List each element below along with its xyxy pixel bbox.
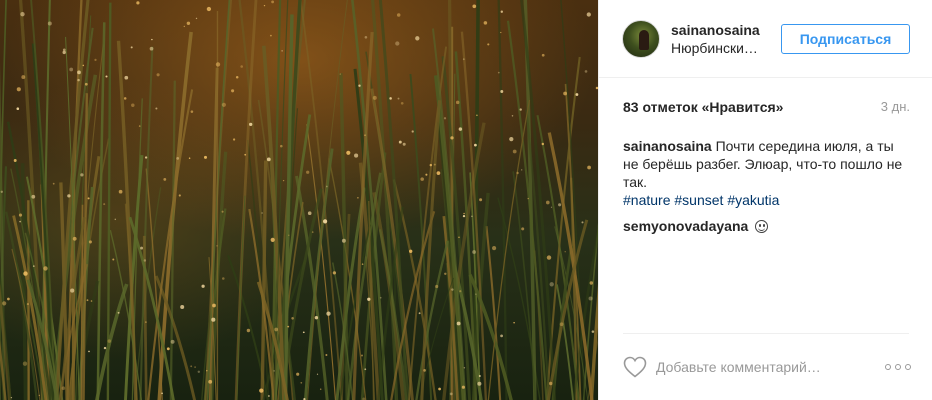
hashtag-nature[interactable]: #nature — [623, 192, 670, 208]
heart-icon[interactable] — [623, 356, 647, 378]
post-side-panel: sainanosaina Нюрбински… Подписаться 83 о… — [598, 0, 932, 400]
add-comment-input[interactable] — [656, 356, 856, 378]
smiling-face-icon — [755, 220, 769, 233]
location-link[interactable]: Нюрбински… — [671, 40, 766, 56]
follow-button[interactable]: Подписаться — [781, 24, 910, 54]
hashtag-sunset[interactable]: #sunset — [674, 192, 723, 208]
post-header: sainanosaina Нюрбински… Подписаться — [599, 0, 932, 78]
author-username[interactable]: sainanosaina — [671, 22, 760, 38]
hashtag-yakutia[interactable]: #yakutia — [727, 192, 779, 208]
hashtags: #nature #sunset #yakutia — [623, 191, 779, 209]
post-photo[interactable] — [0, 0, 598, 400]
comment-item: semyonovadayana — [623, 217, 769, 235]
more-options-icon[interactable] — [885, 358, 911, 376]
comment-bar — [623, 333, 911, 400]
comment-username[interactable]: semyonovadayana — [623, 218, 748, 234]
avatar[interactable] — [622, 20, 660, 58]
grass-image — [0, 0, 598, 400]
post-time[interactable]: 3 дн. — [881, 99, 910, 114]
caption-username[interactable]: sainanosaina — [623, 138, 712, 154]
likes-count[interactable]: 83 отметок «Нравится» — [623, 99, 783, 115]
caption: sainanosaina Почти середина июля, а ты н… — [623, 137, 913, 191]
